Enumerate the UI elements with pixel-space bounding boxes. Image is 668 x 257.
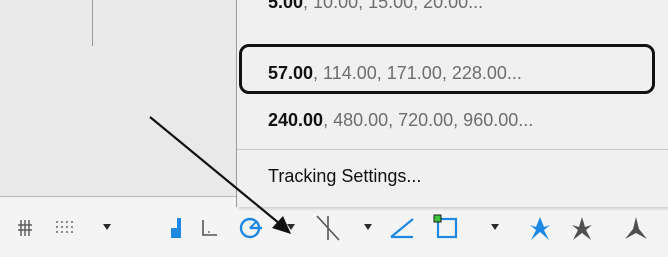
grid-snap-icon[interactable] <box>14 213 40 243</box>
polar-dropdown-icon[interactable] <box>287 224 295 230</box>
menu-item-57[interactable]: 57.00, 114.00, 171.00, 228.00... <box>268 63 522 84</box>
menu-item-rest: , 10.00, 15.00, 20.00... <box>303 0 484 12</box>
grid-display-icon[interactable] <box>52 213 82 243</box>
object-snap-dropdown-icon[interactable] <box>491 224 499 230</box>
object-snap-icon[interactable] <box>430 213 464 243</box>
tracking-settings-item[interactable]: Tracking Settings... <box>268 166 421 187</box>
menu-item-primary: 5.00 <box>268 0 304 12</box>
canvas-divider <box>92 0 93 46</box>
menu-item-5[interactable]: 5.00, 10.00, 15.00, 20.00... <box>268 0 483 13</box>
annotation-autoscale-icon[interactable] <box>620 213 652 243</box>
menu-item-240[interactable]: 240.00, 480.00, 720.00, 960.00... <box>268 110 533 131</box>
tracking-angle-menu: 5.00, 10.00, 15.00, 20.00... 57.00, 114.… <box>236 0 668 207</box>
isodraft-icon[interactable] <box>310 213 346 243</box>
annotation-scale-icon[interactable] <box>566 213 598 243</box>
menu-separator <box>237 149 668 150</box>
polar-tracking-icon[interactable] <box>236 213 268 243</box>
ortho-icon[interactable] <box>198 213 220 243</box>
menu-item-primary: 57.00 <box>268 63 314 83</box>
grid-dropdown-icon[interactable] <box>103 224 111 230</box>
isodraft-dropdown-icon[interactable] <box>364 224 372 230</box>
menu-item-primary: 240.00 <box>268 110 324 130</box>
snap-mode-icon[interactable] <box>166 213 188 243</box>
object-snap-tracking-icon[interactable] <box>386 213 418 243</box>
menu-item-rest: , 480.00, 720.00, 960.00... <box>323 110 534 130</box>
annotation-visibility-icon[interactable] <box>524 213 556 243</box>
menu-item-rest: , 114.00, 171.00, 228.00... <box>313 63 522 83</box>
left-panel <box>0 0 238 196</box>
